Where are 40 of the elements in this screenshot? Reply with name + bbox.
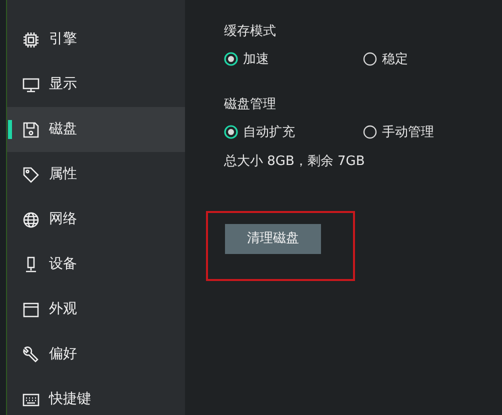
section-title: 磁盘管理: [224, 96, 277, 114]
sidebar-label: 偏好: [49, 345, 78, 364]
radio-option[interactable]: 手动管理: [363, 122, 502, 142]
sidebar-item[interactable]: 引擎: [7, 17, 185, 62]
radio-label: 加速: [243, 50, 269, 68]
radio-option[interactable]: 自动扩充: [224, 122, 363, 142]
radio-label: 稳定: [382, 50, 408, 68]
radio-option[interactable]: 稳定: [363, 50, 502, 69]
sidebar-item[interactable]: 网络: [7, 197, 185, 242]
clean-disk-button[interactable]: 清理磁盘: [225, 224, 321, 254]
section-title: 缓存模式: [224, 23, 277, 41]
radio-button[interactable]: [363, 125, 377, 140]
sidebar-label: 外观: [49, 300, 78, 319]
sidebar-item[interactable]: 快捷键: [7, 377, 185, 415]
sidebar-item[interactable]: 设备: [7, 242, 185, 287]
sidebar-item[interactable]: 属性: [7, 152, 185, 197]
radio-button[interactable]: [224, 125, 238, 140]
radio-button[interactable]: [224, 52, 238, 66]
sidebar-label: 网络: [49, 210, 78, 229]
radio-label: 手动管理: [382, 124, 434, 142]
sidebar-item[interactable]: 偏好: [7, 332, 185, 377]
sidebar-label: 设备: [49, 255, 78, 274]
sidebar-item[interactable]: 磁盘: [7, 107, 185, 152]
sidebar-label: 引擎: [49, 30, 78, 49]
sidebar-label: 磁盘: [49, 120, 78, 139]
globe-icon: [22, 210, 40, 228]
tag-icon: [22, 166, 40, 184]
sidebar-item[interactable]: 显示: [7, 62, 185, 107]
sidebar-item[interactable]: 外观: [7, 287, 185, 332]
radio-option[interactable]: 加速: [224, 50, 363, 69]
sidebar-label: 快捷键: [49, 390, 92, 409]
sidebar-label: 显示: [49, 75, 78, 94]
sidebar-label: 属性: [49, 165, 78, 184]
monitor-icon: [22, 76, 40, 94]
radio-button[interactable]: [363, 52, 377, 66]
radio-label: 自动扩充: [243, 124, 295, 142]
window-icon: [22, 300, 40, 318]
disk-size-text: 总大小 8GB，剩余 7GB: [224, 153, 366, 171]
chip-icon: [22, 30, 40, 48]
wrench-icon: [22, 346, 40, 364]
